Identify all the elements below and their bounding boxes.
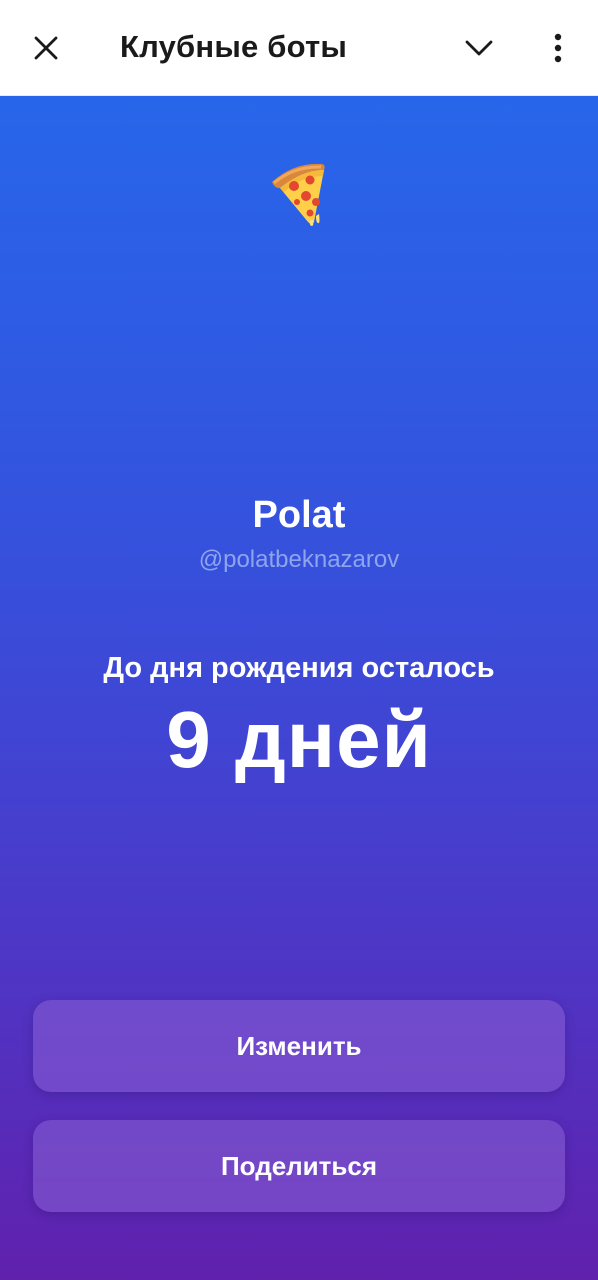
- top-app-bar: Клубные боты: [0, 0, 598, 96]
- countdown-label: До дня рождения осталось: [103, 652, 495, 684]
- close-button[interactable]: [22, 24, 70, 72]
- more-vertical-icon: [554, 33, 562, 63]
- more-options-button[interactable]: [534, 24, 582, 72]
- bot-card: Polat @polatbeknazarov До дня рождения о…: [0, 96, 598, 1280]
- countdown-value: 9 дней: [166, 695, 432, 784]
- page-title: Клубные боты: [120, 29, 348, 64]
- expand-button[interactable]: [455, 24, 503, 72]
- share-button[interactable]: Поделиться: [33, 1120, 565, 1212]
- pizza-icon: [272, 163, 325, 226]
- edit-button[interactable]: Изменить: [33, 1000, 565, 1092]
- bot-name: Polat: [252, 494, 346, 536]
- chevron-down-icon: [465, 40, 493, 56]
- close-icon: [34, 36, 58, 60]
- bot-handle[interactable]: @polatbeknazarov: [0, 546, 598, 574]
